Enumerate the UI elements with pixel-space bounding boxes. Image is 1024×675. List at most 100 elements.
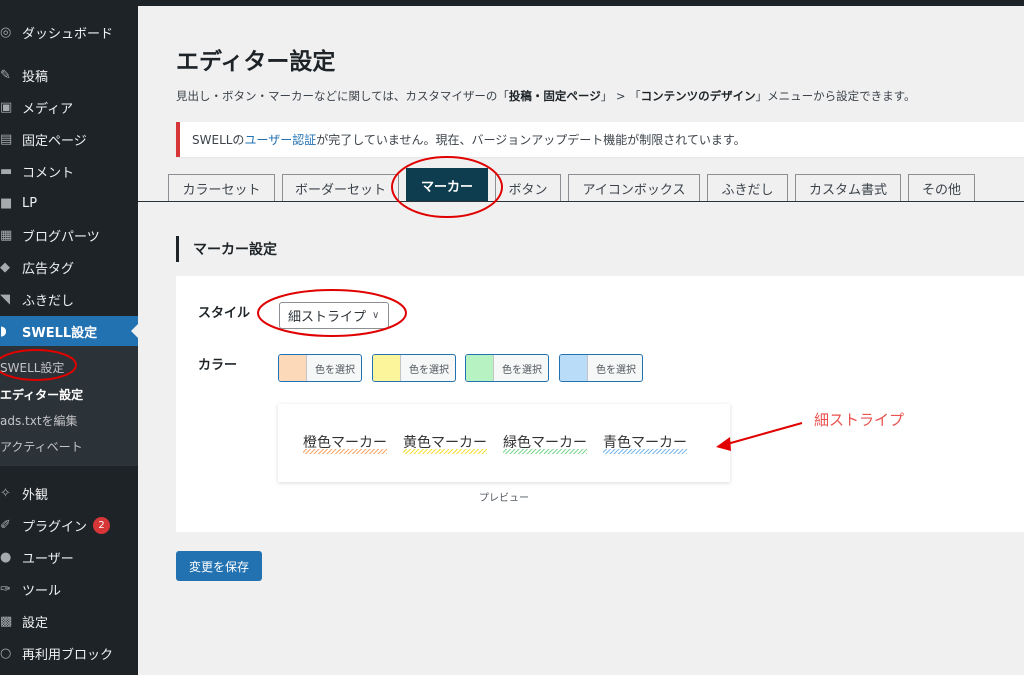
sidebar-item-label: メディア [22,101,74,117]
submenu-item-activate[interactable]: アクティベート [0,438,83,455]
settings-icon: ▩ [0,613,13,629]
sidebar-item-label: LP [22,195,38,211]
sidebar-item-label: 投稿 [22,69,49,85]
preview-marker-orange: 橙色マーカー [303,432,387,454]
color-picker-yellow[interactable]: 色を選択 [372,354,456,382]
admin-top-bar [0,0,1024,6]
lp-icon: ■ [0,195,13,211]
tab-marker[interactable]: マーカー [406,168,488,202]
sidebar-item-appearance[interactable]: ✧ 外観 [0,478,138,508]
sidebar-item-pages[interactable]: ▤ 固定ページ [0,124,138,154]
color-swatch [279,355,307,381]
sidebar-item-tools[interactable]: ✑ ツール [0,574,138,604]
plugin-icon: ✐ [0,517,11,533]
color-label: カラー [198,358,238,373]
tabs-divider [138,201,1024,202]
annotation-label: 細ストライプ [814,411,905,429]
color-picker-green[interactable]: 色を選択 [465,354,549,382]
notice-text: SWELLの [192,133,245,147]
marker-preview: 橙色マーカー 黄色マーカー 緑色マーカー 青色マーカー [278,404,730,482]
sidebar-item-swell-settings[interactable]: ◗ SWELL設定 [0,316,138,346]
chevron-down-icon: ∨ [372,310,380,321]
update-count-badge: 2 [93,516,111,534]
style-label: スタイル [198,306,251,321]
sidebar-item-reusable-blocks[interactable]: ○ 再利用ブロック [0,638,138,668]
preview-marker-yellow: 黄色マーカー [403,432,487,454]
page-title: エディター設定 [176,49,336,75]
sidebar-item-ad-tag[interactable]: ◆ 広告タグ [0,252,138,282]
submenu-item-editor-settings[interactable]: エディター設定 [0,386,83,403]
active-arrow-icon [131,324,138,338]
tab-border-set[interactable]: ボーダーセット [282,174,399,202]
sidebar-item-posts[interactable]: ✎ 投稿 [0,60,138,90]
section-title: マーカー設定 [176,236,277,262]
swell-icon: ◗ [0,323,7,339]
sidebar-item-label: プラグイン [22,519,88,535]
activation-notice: SWELLの ユーザー認証 が完了していません。現在、バージョンアップデート機能が制… [176,122,1024,157]
sidebar-item-users[interactable]: ● ユーザー [0,542,138,572]
sidebar-item-media[interactable]: ▣ メディア [0,92,138,122]
pin-icon: ✎ [0,67,11,83]
page-icon: ▤ [0,131,13,147]
sidebar-item-blog-parts[interactable]: ▦ ブログパーツ [0,220,138,250]
color-picker-label: 色を選択 [315,364,355,376]
sidebar-item-label: 再利用ブロック [22,647,114,663]
swell-submenu: SWELL設定 エディター設定 ads.txtを編集 アクティベート [0,346,138,466]
sidebar-item-dashboard[interactable]: ◎ ダッシュボード [0,17,138,47]
appearance-icon: ✧ [0,485,11,501]
tab-other[interactable]: その他 [908,174,975,202]
select-value: 細ストライプ [288,310,367,325]
sidebar-item-label: ダッシュボード [22,26,114,42]
color-swatch [373,355,401,381]
color-swatch [466,355,494,381]
marker-style-select[interactable]: 細ストライプ ∨ [279,302,389,329]
sidebar-item-comments[interactable]: ▬ コメント [0,156,138,186]
sidebar-item-label: 広告タグ [22,261,75,277]
color-picker-blue[interactable]: 色を選択 [559,354,643,382]
desc-text: 」 > 「 [600,89,641,103]
sidebar-item-label: ツール [22,583,62,599]
sidebar-item-settings[interactable]: ▩ 設定 [0,606,138,636]
preview-marker-green: 緑色マーカー [503,432,587,454]
dashboard-icon: ◎ [0,24,12,40]
sidebar-item-label: 固定ページ [22,133,87,149]
balloon-icon: ◥ [0,291,10,307]
desc-bold-content-design: コンテンツのデザイン [640,89,756,103]
color-picker-label: 色を選択 [596,364,636,376]
preview-marker-blue: 青色マーカー [603,432,687,454]
comment-icon: ▬ [0,163,13,179]
color-picker-label: 色を選択 [409,364,449,376]
preview-caption: プレビュー [479,493,529,504]
tab-balloon[interactable]: ふきだし [707,174,788,202]
tab-color-set[interactable]: カラーセット [168,174,275,202]
submenu-item-ads-txt[interactable]: ads.txtを編集 [0,412,78,429]
sidebar-item-label: 外観 [22,487,49,503]
tab-custom-format[interactable]: カスタム書式 [795,174,901,202]
ad-tag-icon: ◆ [0,259,10,275]
sidebar-item-lp[interactable]: ■ LP [0,188,138,218]
desc-bold-posts: 投稿・固定ページ [508,89,601,103]
submenu-item-swell-settings[interactable]: SWELL設定 [0,359,64,376]
blog-parts-icon: ▦ [0,227,13,243]
tab-icon-box[interactable]: アイコンボックス [568,174,700,202]
sidebar-item-label: SWELL設定 [22,325,98,341]
page-description: 見出し・ボタン・マーカーなどに関しては、カスタマイザーの「投稿・固定ページ」 >… [176,88,916,104]
desc-text: 」メニューから設定できます。 [755,89,916,103]
color-picker-orange[interactable]: 色を選択 [278,354,362,382]
admin-sidebar: ◎ ダッシュボード ✎ 投稿 ▣ メディア ▤ 固定ページ ▬ コメント ■ LP ▦ ブログ… [0,0,138,675]
user-icon: ● [0,549,12,565]
sidebar-item-label: 設定 [22,615,49,631]
sidebar-item-label: ブログパーツ [22,229,100,245]
sidebar-item-label: コメント [22,165,75,181]
tab-button[interactable]: ボタン [495,174,561,202]
sidebar-item-balloon[interactable]: ◥ ふきだし [0,284,138,314]
sidebar-item-label: ふきだし [22,293,75,309]
color-swatch [560,355,588,381]
reusable-block-icon: ○ [0,645,12,661]
save-button[interactable]: 変更を保存 [176,551,262,581]
notice-text: が完了していません。現在、バージョンアップデート機能が制限されています。 [316,133,746,147]
sidebar-item-label: ユーザー [22,551,74,567]
media-icon: ▣ [0,99,13,115]
sidebar-item-plugins[interactable]: ✐ プラグイン 2 [0,510,138,540]
user-auth-link[interactable]: ユーザー認証 [244,131,316,148]
